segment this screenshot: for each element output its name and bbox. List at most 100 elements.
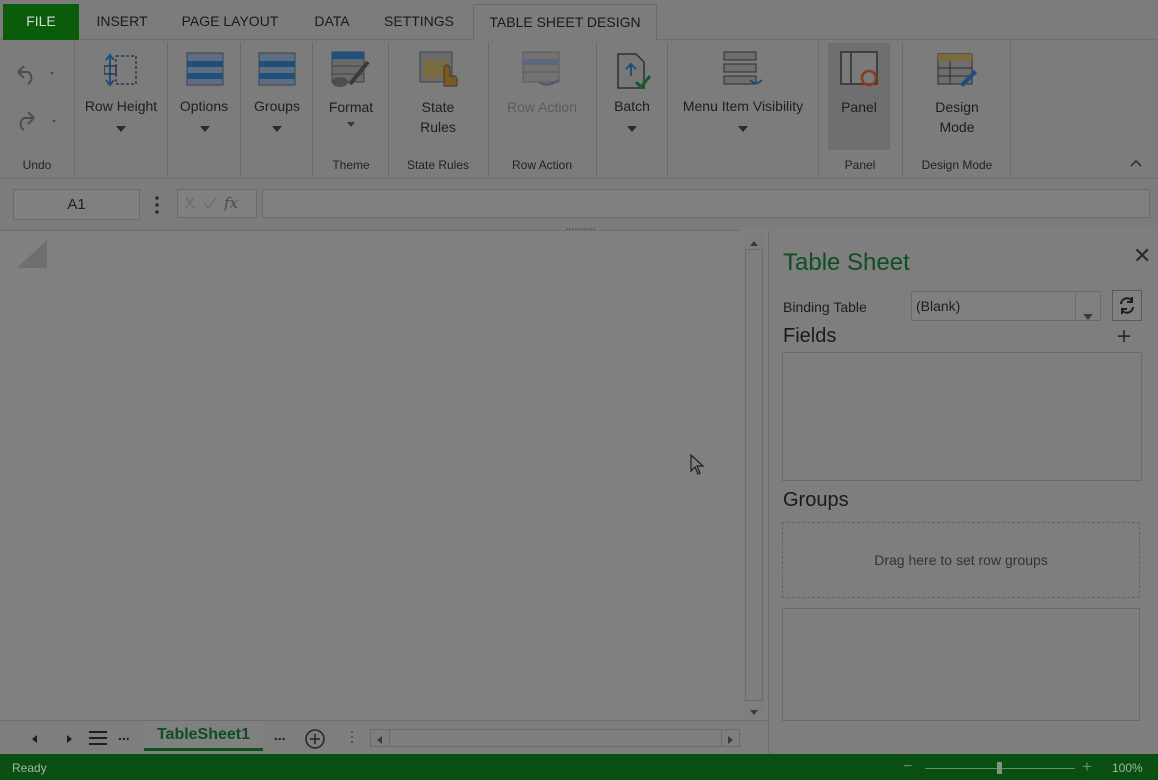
sheet-tab-bar: ... TableSheet1 ... — [0, 720, 768, 754]
design-mode-icon — [936, 50, 978, 93]
state-rules-button-line2[interactable]: Rules — [392, 117, 484, 137]
redo-icon[interactable] — [14, 108, 60, 135]
state-rules-icon — [418, 50, 460, 93]
sheet-area[interactable] — [0, 230, 741, 720]
group-label-theme: Theme — [332, 158, 370, 172]
format-button[interactable]: Format — [316, 97, 386, 117]
undo-icon[interactable] — [14, 62, 54, 89]
group-label-undo: Undo — [22, 158, 52, 172]
zoom-in-icon[interactable]: + — [1082, 757, 1092, 777]
format-icon — [330, 50, 372, 93]
chevron-down-icon — [1082, 302, 1094, 330]
sheet-list-icon[interactable] — [88, 729, 108, 750]
design-mode-button-line2[interactable]: Mode — [910, 117, 1004, 137]
more-sheets-right-icon[interactable]: ... — [274, 727, 286, 743]
row-groups-dropzone[interactable]: Drag here to set row groups — [782, 522, 1140, 598]
close-icon[interactable]: ✕ — [1133, 243, 1151, 269]
row-height-button[interactable]: Row Height — [78, 96, 164, 116]
row-height-dropdown-arrow[interactable] — [116, 126, 126, 132]
format-dropdown-arrow[interactable] — [347, 122, 355, 127]
formula-controls: fx — [177, 189, 257, 218]
fields-title: Fields — [783, 325, 837, 347]
batch-button[interactable]: Batch — [600, 96, 664, 116]
group-label-state-rules: State Rules — [406, 158, 470, 172]
collapse-ribbon-icon[interactable] — [1129, 156, 1143, 171]
separator — [667, 42, 668, 176]
plus-icon[interactable]: + — [1117, 323, 1131, 351]
groups-icon — [258, 52, 296, 89]
cursor-icon — [690, 453, 706, 479]
scroll-track[interactable] — [745, 249, 763, 701]
separator — [1010, 42, 1011, 176]
options-dropdown-arrow[interactable] — [200, 126, 210, 132]
tab-file[interactable]: FILE — [3, 4, 79, 40]
vertical-scrollbar[interactable] — [743, 231, 765, 719]
tab-insert[interactable]: INSERT — [84, 4, 160, 40]
refresh-button[interactable] — [1112, 290, 1142, 321]
design-mode-button-line1[interactable]: Design — [910, 97, 1004, 117]
tab-table-sheet-design[interactable]: TABLE SHEET DESIGN — [473, 4, 657, 41]
scroll-right-icon[interactable] — [727, 733, 735, 748]
binding-table-label: Binding Table — [783, 299, 867, 315]
group-label-row-action: Row Action — [511, 158, 573, 172]
batch-dropdown-arrow[interactable] — [627, 126, 637, 132]
panel-bottom-area[interactable] — [782, 608, 1140, 721]
state-rules-button-line1[interactable]: State — [392, 97, 484, 117]
separator — [388, 42, 389, 176]
groups-dropdown-arrow[interactable] — [272, 126, 282, 132]
scroll-left-icon[interactable] — [375, 733, 383, 748]
tab-splitter-icon[interactable] — [350, 730, 354, 747]
prev-sheet-icon[interactable] — [30, 732, 38, 747]
tab-data[interactable]: DATA — [300, 4, 364, 40]
zoom-out-icon[interactable]: − — [903, 758, 912, 776]
row-action-button[interactable]: Row Action — [492, 97, 592, 117]
formula-input[interactable] — [262, 189, 1150, 218]
separator — [596, 42, 597, 176]
refresh-icon — [1120, 297, 1134, 314]
formula-bar: A1 fx — [0, 180, 1158, 233]
zoom-level: 100% — [1112, 761, 1143, 775]
select-all-corner-icon[interactable] — [13, 236, 51, 273]
fx-label[interactable]: fx — [224, 194, 238, 212]
options-button[interactable]: Options — [170, 96, 238, 116]
separator — [488, 42, 489, 176]
groups-title: Groups — [783, 489, 849, 511]
menu-item-visibility-dropdown-arrow[interactable] — [738, 126, 748, 132]
next-sheet-icon[interactable] — [66, 732, 74, 747]
zoom-slider-thumb[interactable] — [997, 762, 1002, 774]
more-vertical-icon[interactable] — [153, 195, 161, 218]
separator — [312, 42, 313, 176]
row-height-icon — [103, 52, 138, 91]
separator — [74, 42, 75, 176]
binding-table-value: (Blank) — [916, 298, 961, 314]
separator — [240, 42, 241, 176]
menu-item-visibility-button[interactable]: Menu Item Visibility — [670, 96, 816, 116]
separator — [902, 42, 903, 176]
menu-visibility-icon — [722, 50, 764, 93]
sheet-tab-tablesheet1[interactable]: TableSheet1 — [144, 721, 263, 751]
separator — [167, 42, 168, 176]
group-label-design-mode: Design Mode — [921, 158, 993, 172]
more-sheets-left-icon[interactable]: ... — [118, 727, 130, 743]
status-bar: Ready − + 100% — [0, 754, 1158, 780]
row-action-icon — [521, 50, 563, 93]
separator — [818, 42, 819, 176]
binding-table-select[interactable]: (Blank) — [911, 291, 1101, 321]
groups-button[interactable]: Groups — [244, 96, 310, 116]
ribbon: Undo Row Height Options Groups Format Th… — [0, 40, 1158, 179]
tab-settings[interactable]: SETTINGS — [372, 4, 466, 40]
panel-title: Table Sheet — [783, 249, 910, 276]
scroll-down-icon[interactable] — [749, 705, 759, 720]
panel-button[interactable]: Panel — [828, 97, 890, 117]
fields-list[interactable] — [782, 352, 1142, 481]
tab-page-layout[interactable]: PAGE LAYOUT — [168, 4, 292, 40]
scroll-up-icon[interactable] — [749, 235, 759, 250]
options-icon — [186, 52, 224, 89]
panel-icon — [839, 50, 881, 93]
table-sheet-panel: Table Sheet ✕ Binding Table (Blank) Fiel… — [768, 231, 1158, 754]
horizontal-scrollbar[interactable] — [370, 729, 740, 747]
batch-icon — [614, 50, 654, 95]
add-sheet-icon[interactable] — [304, 728, 326, 753]
name-box[interactable]: A1 — [13, 189, 140, 220]
status-text: Ready — [12, 761, 47, 775]
